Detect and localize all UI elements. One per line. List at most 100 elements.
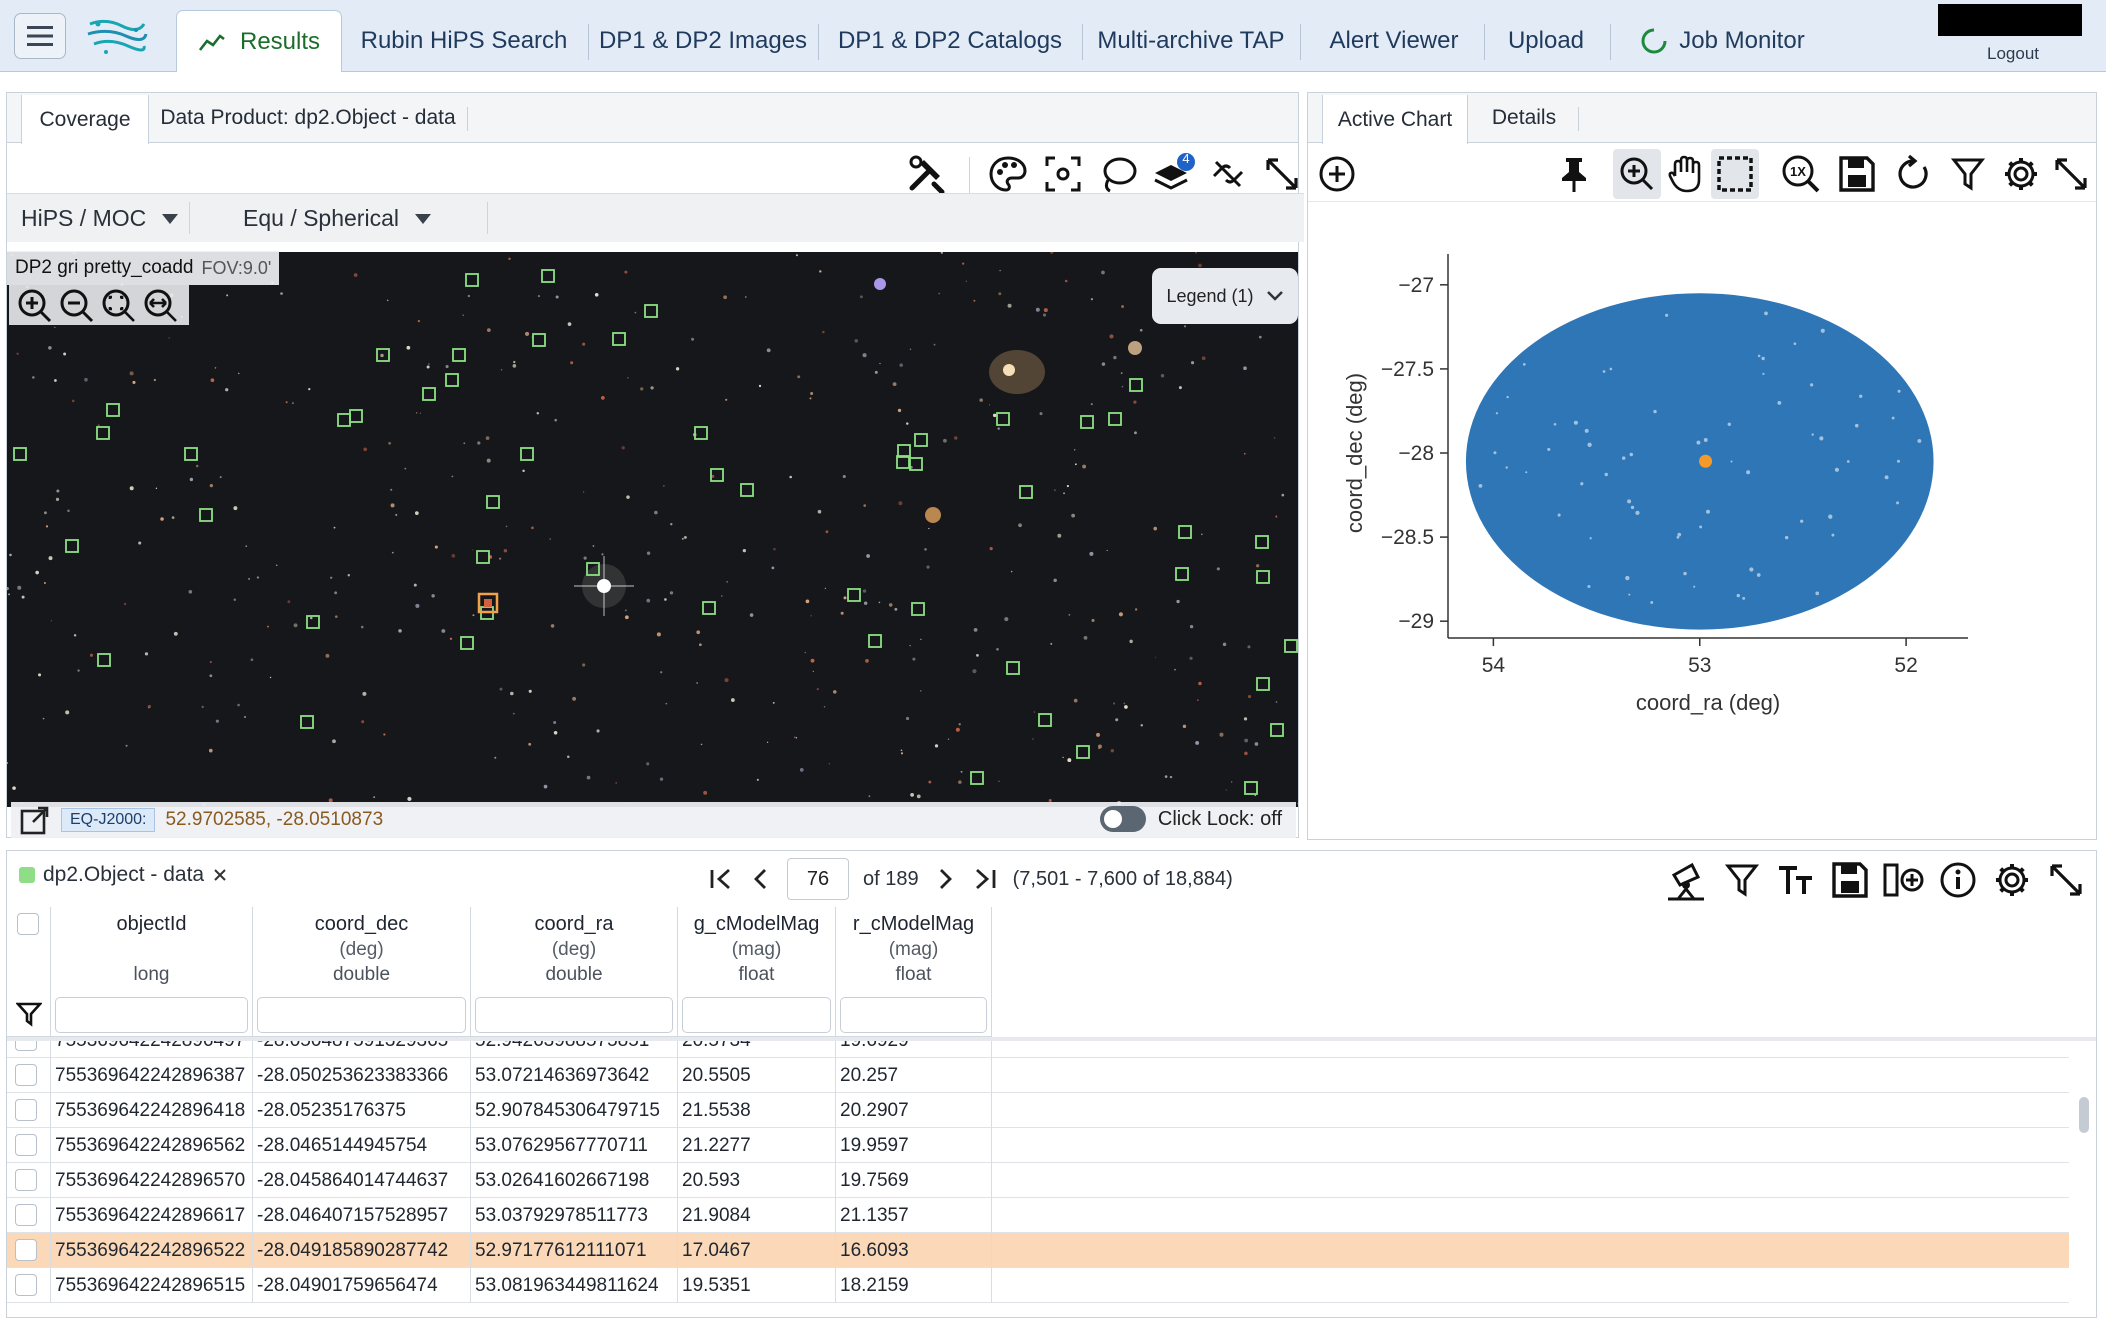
hips-moc-dropdown[interactable]: HiPS / MOC: [21, 194, 179, 243]
tools-wrench-button[interactable]: [903, 151, 949, 197]
table-row[interactable]: 755369642242896418 -28.05235176375 52.9078…: [7, 1093, 2069, 1128]
tab-active-chart[interactable]: Active Chart: [1322, 95, 1468, 144]
expand-button[interactable]: [1259, 151, 1305, 197]
add-chart-button[interactable]: [1314, 151, 1360, 197]
table-cell[interactable]: 52.907845306479715: [471, 1093, 678, 1128]
column-filter-input[interactable]: [682, 997, 831, 1033]
text-view-button[interactable]: [1773, 857, 1819, 903]
table-cell[interactable]: 21.2277: [678, 1128, 836, 1163]
column-filter-input[interactable]: [475, 997, 673, 1033]
chart-settings-button[interactable]: [1998, 151, 2044, 197]
table-cell[interactable]: 19.9597: [836, 1128, 992, 1163]
pin-chart-button[interactable]: [1551, 151, 1597, 197]
zoom-in-icon[interactable]: [15, 286, 53, 324]
table-cell[interactable]: 20.5505: [678, 1058, 836, 1093]
lasso-select-button[interactable]: [1095, 151, 1141, 197]
table-cell[interactable]: 755369642242896418: [51, 1093, 253, 1128]
layers-button[interactable]: 4: [1150, 151, 1196, 197]
table-row[interactable]: 755369642242896617 -28.046407157528957 53.…: [7, 1198, 2069, 1233]
table-cell[interactable]: 21.9084: [678, 1198, 836, 1233]
add-column-button[interactable]: [1881, 857, 1927, 903]
previous-page-icon[interactable]: [749, 866, 773, 892]
column-header-r_cModelMag[interactable]: r_cModelMag (mag) float: [836, 907, 992, 1037]
open-external-icon[interactable]: [19, 804, 51, 836]
table-cell[interactable]: 755369642242896562: [51, 1128, 253, 1163]
table-cell[interactable]: -28.0465144945754: [253, 1128, 471, 1163]
table-cell[interactable]: 52.94263988575851: [471, 1041, 678, 1058]
last-page-icon[interactable]: [971, 866, 999, 892]
coordinate-system-dropdown[interactable]: Equ / Spherical: [243, 194, 431, 243]
tab-rubin-hips-search[interactable]: Rubin HiPS Search: [352, 10, 576, 72]
unlink-button[interactable]: [1205, 151, 1251, 197]
table-filter-button[interactable]: [1719, 857, 1765, 903]
row-checkbox[interactable]: [15, 1134, 37, 1156]
select-mode-button[interactable]: [1711, 149, 1759, 199]
table-cell[interactable]: 18.2159: [836, 1268, 992, 1303]
table-cell[interactable]: 20.2907: [836, 1093, 992, 1128]
next-page-icon[interactable]: [933, 866, 957, 892]
click-lock-toggle[interactable]: [1099, 806, 1146, 832]
save-chart-button[interactable]: [1834, 151, 1880, 197]
table-cell[interactable]: -28.05235176375: [253, 1093, 471, 1128]
tab-details[interactable]: Details: [1474, 93, 1574, 143]
hamburger-menu-button[interactable]: [14, 13, 66, 59]
table-cell[interactable]: 19.7569: [836, 1163, 992, 1198]
tab-dp1-dp2-images[interactable]: DP1 & DP2 Images: [599, 10, 807, 72]
row-checkbox[interactable]: [15, 1041, 37, 1051]
tab-results[interactable]: Results: [176, 10, 342, 72]
table-cell[interactable]: -28.04901759656474: [253, 1268, 471, 1303]
pan-mode-button[interactable]: [1662, 151, 1708, 197]
column-filter-input[interactable]: [840, 997, 987, 1033]
table-cell[interactable]: 17.0467: [678, 1233, 836, 1268]
click-lock-control[interactable]: Click Lock: off: [1099, 806, 1282, 832]
expand-table-button[interactable]: [2043, 857, 2089, 903]
tab-multi-archive-tap[interactable]: Multi-archive TAP: [1094, 10, 1288, 72]
sky-image-viewer[interactable]: [7, 252, 1298, 807]
column-filter-input[interactable]: [257, 997, 466, 1033]
filter-funnel-icon[interactable]: [16, 1001, 42, 1027]
tab-alert-viewer[interactable]: Alert Viewer: [1314, 10, 1474, 72]
select-all-checkbox[interactable]: [17, 913, 39, 935]
chart-filter-button[interactable]: [1945, 151, 1991, 197]
table-cell[interactable]: 20.5734: [678, 1041, 836, 1058]
table-cell[interactable]: -28.046407157528957: [253, 1198, 471, 1233]
row-checkbox[interactable]: [15, 1239, 37, 1261]
row-checkbox[interactable]: [15, 1204, 37, 1226]
table-cell[interactable]: 53.03792978511773: [471, 1198, 678, 1233]
table-cell[interactable]: 53.02641602667198: [471, 1163, 678, 1198]
tab-data-product[interactable]: Data Product: dp2.Object - data: [153, 93, 463, 143]
table-cell[interactable]: 52.97177612111071: [471, 1233, 678, 1268]
table-row[interactable]: 755369642242896387 -28.050253623383366 53.…: [7, 1058, 2069, 1093]
restore-chart-button[interactable]: [1890, 151, 1936, 197]
table-cell[interactable]: 53.07214636973642: [471, 1058, 678, 1093]
save-table-button[interactable]: [1827, 857, 1873, 903]
legend-button[interactable]: Legend (1): [1152, 268, 1298, 324]
table-row[interactable]: 755369642242896522 -28.049185890287742 52.…: [7, 1233, 2069, 1268]
column-header-g_cModelMag[interactable]: g_cModelMag (mag) float: [678, 907, 836, 1037]
table-cell[interactable]: 53.07629567770711: [471, 1128, 678, 1163]
table-cell[interactable]: 755369642242896515: [51, 1268, 253, 1303]
scatter-chart[interactable]: −27 −27.5 −28 −28.5 −29 54 53 52 coord_ra (deg) c…: [1308, 203, 2095, 833]
table-tab[interactable]: dp2.Object - data: [19, 863, 228, 887]
tab-coverage[interactable]: Coverage: [21, 95, 149, 144]
column-header-coord_ra[interactable]: coord_ra (deg) double: [471, 907, 678, 1037]
table-cell[interactable]: 21.1357: [836, 1198, 992, 1233]
table-cell[interactable]: -28.049185890287742: [253, 1233, 471, 1268]
zoom-mode-button[interactable]: [1613, 149, 1661, 199]
color-palette-button[interactable]: [985, 151, 1031, 197]
table-cell[interactable]: 19.6929: [836, 1041, 992, 1058]
table-scrollbar-thumb[interactable]: [2079, 1097, 2089, 1133]
close-icon[interactable]: [212, 867, 228, 883]
column-filter-input[interactable]: [55, 997, 248, 1033]
user-name-box[interactable]: [1938, 4, 2082, 36]
table-cell[interactable]: -28.050487591329365: [253, 1041, 471, 1058]
expand-chart-button[interactable]: [2048, 151, 2094, 197]
table-cell[interactable]: 21.5538: [678, 1093, 836, 1128]
row-checkbox[interactable]: [15, 1274, 37, 1296]
coordinate-system-tag[interactable]: EQ-J2000:: [61, 808, 156, 832]
page-number-input[interactable]: [787, 858, 849, 900]
recenter-button[interactable]: [1040, 151, 1086, 197]
zoom-fit-icon[interactable]: [99, 286, 137, 324]
row-checkbox[interactable]: [15, 1099, 37, 1121]
table-cell[interactable]: 755369642242896497: [51, 1041, 253, 1058]
